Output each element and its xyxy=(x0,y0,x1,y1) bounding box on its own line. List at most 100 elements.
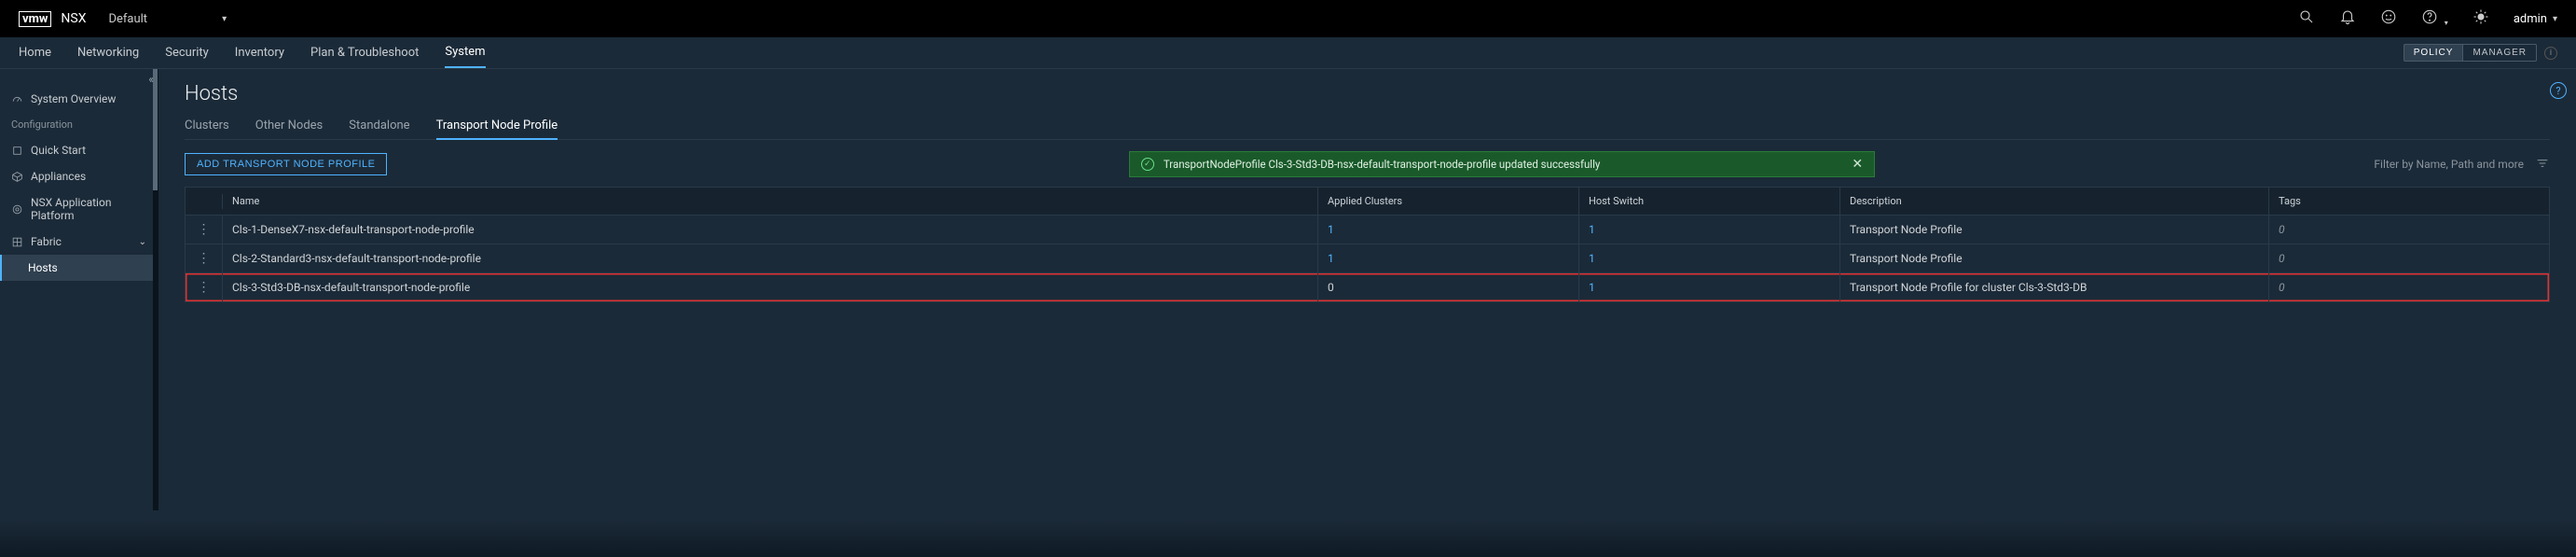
rocket-icon xyxy=(11,145,23,157)
topbar-right: ▾ admin ▾ xyxy=(2298,8,2557,30)
box-icon xyxy=(11,171,23,183)
chevron-down-icon: ▾ xyxy=(2445,19,2448,27)
hostswitch-link[interactable]: 1 xyxy=(1589,223,1595,236)
sidebar-label: Quick Start xyxy=(31,144,86,157)
toolbar: ADD TRANSPORT NODE PROFILE ✓ TransportNo… xyxy=(185,151,2550,177)
row-menu-icon[interactable]: ⋮ xyxy=(186,244,223,272)
nav-system[interactable]: System xyxy=(445,37,485,68)
tab-transport-node-profile[interactable]: Transport Node Profile xyxy=(436,113,558,140)
col-name: Name xyxy=(223,188,1318,215)
sidebar-item-fabric[interactable]: Fabric ⌄ xyxy=(0,229,158,255)
scrollbar-thumb[interactable] xyxy=(153,69,158,190)
manager-button[interactable]: MANAGER xyxy=(2463,44,2537,62)
sidebar-label: NSX Application Platform xyxy=(31,196,146,222)
tab-clusters[interactable]: Clusters xyxy=(185,113,229,139)
cell-hostswitch: 1 xyxy=(1579,244,1840,272)
cell-tags: 0 xyxy=(2269,244,2549,272)
add-transport-node-profile-button[interactable]: ADD TRANSPORT NODE PROFILE xyxy=(185,153,387,175)
chevron-down-icon: ⌄ xyxy=(139,237,146,247)
info-icon[interactable]: i xyxy=(2544,47,2557,60)
fabric-icon xyxy=(11,236,23,248)
main-content: ? Hosts Clusters Other Nodes Standalone … xyxy=(158,69,2576,510)
nav-inventory[interactable]: Inventory xyxy=(235,37,284,68)
row-menu-icon[interactable]: ⋮ xyxy=(186,216,223,244)
policy-manager-toggle: POLICY MANAGER xyxy=(2404,44,2537,62)
cell-description: Transport Node Profile for cluster Cls-3… xyxy=(1840,273,2269,301)
table-row[interactable]: ⋮Cls-1-DenseX7-nsx-default-transport-nod… xyxy=(186,215,2549,244)
page-title: Hosts xyxy=(185,82,2550,105)
table-row[interactable]: ⋮Cls-3-Std3-DB-nsx-default-transport-nod… xyxy=(186,272,2549,301)
sidebar-label: Appliances xyxy=(31,170,86,183)
sidebar-label: Fabric xyxy=(31,235,62,248)
cell-hostswitch: 1 xyxy=(1579,273,1840,301)
sidebar-label: System Overview xyxy=(31,92,116,105)
close-icon[interactable]: ✕ xyxy=(1852,157,1863,172)
sidebar-scrollbar[interactable] xyxy=(153,69,158,510)
table-header: Name Applied Clusters Host Switch Descri… xyxy=(186,188,2549,215)
chevron-down-icon: ▾ xyxy=(222,14,227,24)
topbar: vmw NSX Default ▾ ▾ admin ▾ xyxy=(0,0,2576,37)
cell-description: Transport Node Profile xyxy=(1840,216,2269,244)
sidebar: « System Overview Configuration Quick St… xyxy=(0,69,158,510)
topbar-left: vmw NSX Default ▾ xyxy=(19,11,227,27)
cell-applied: 1 xyxy=(1318,216,1579,244)
help-corner[interactable]: ? xyxy=(2550,82,2567,99)
hostswitch-link[interactable]: 1 xyxy=(1589,281,1595,294)
col-description: Description xyxy=(1840,188,2269,215)
filter-icon[interactable] xyxy=(2535,156,2550,174)
nav-security[interactable]: Security xyxy=(165,37,209,68)
tabs: Clusters Other Nodes Standalone Transpor… xyxy=(185,113,2550,140)
sidebar-item-overview[interactable]: System Overview xyxy=(0,86,158,112)
table: Name Applied Clusters Host Switch Descri… xyxy=(185,187,2550,302)
cell-tags: 0 xyxy=(2269,216,2549,244)
row-menu-icon[interactable]: ⋮ xyxy=(186,273,223,301)
product-name: NSX xyxy=(61,11,86,26)
cell-applied: 0 xyxy=(1318,273,1579,301)
hostswitch-link[interactable]: 1 xyxy=(1589,252,1595,265)
chevron-down-icon: ▾ xyxy=(2553,14,2557,24)
sidebar-item-quickstart[interactable]: Quick Start xyxy=(0,137,158,163)
sidebar-item-nsx-app[interactable]: NSX Application Platform xyxy=(0,189,158,229)
col-tags: Tags xyxy=(2269,188,2549,215)
logo-wrap: vmw NSX xyxy=(19,11,86,27)
nav-plan[interactable]: Plan & Troubleshoot xyxy=(310,37,419,68)
tab-other-nodes[interactable]: Other Nodes xyxy=(255,113,324,139)
theme-icon[interactable] xyxy=(2473,8,2489,30)
gauge-icon xyxy=(11,93,23,105)
policy-button[interactable]: POLICY xyxy=(2404,44,2464,62)
bell-icon[interactable] xyxy=(2339,8,2356,30)
app-icon xyxy=(11,203,23,216)
check-icon: ✓ xyxy=(1141,158,1154,171)
sidebar-item-hosts[interactable]: Hosts xyxy=(0,255,158,281)
table-row[interactable]: ⋮Cls-2-Standard3-nsx-default-transport-n… xyxy=(186,244,2549,272)
navbar: Home Networking Security Inventory Plan … xyxy=(0,37,2576,69)
vmware-logo: vmw xyxy=(19,11,51,27)
tab-standalone[interactable]: Standalone xyxy=(349,113,409,139)
sidebar-item-appliances[interactable]: Appliances xyxy=(0,163,158,189)
cell-name: Cls-1-DenseX7-nsx-default-transport-node… xyxy=(223,216,1318,244)
feedback-icon[interactable] xyxy=(2380,8,2397,30)
cell-applied: 1 xyxy=(1318,244,1579,272)
cell-description: Transport Node Profile xyxy=(1840,244,2269,272)
user-menu[interactable]: admin ▾ xyxy=(2514,12,2557,26)
applied-link[interactable]: 1 xyxy=(1328,223,1334,236)
question-icon: ? xyxy=(2550,82,2567,99)
cell-tags: 0 xyxy=(2269,273,2549,301)
cell-hostswitch: 1 xyxy=(1579,216,1840,244)
search-icon[interactable] xyxy=(2298,8,2315,30)
sidebar-header-config: Configuration xyxy=(0,112,158,137)
filter[interactable]: Filter by Name, Path and more xyxy=(2374,156,2550,174)
scope-label: Default xyxy=(108,12,147,26)
nav-home[interactable]: Home xyxy=(19,37,51,68)
scope-selector[interactable]: Default ▾ xyxy=(108,12,227,26)
torn-edge xyxy=(0,510,2576,557)
nav-items: Home Networking Security Inventory Plan … xyxy=(19,37,486,68)
nav-networking[interactable]: Networking xyxy=(77,37,139,68)
user-name: admin xyxy=(2514,12,2547,26)
body: « System Overview Configuration Quick St… xyxy=(0,69,2576,510)
filter-placeholder: Filter by Name, Path and more xyxy=(2374,158,2524,171)
applied-link[interactable]: 1 xyxy=(1328,252,1334,265)
help-icon[interactable]: ▾ xyxy=(2421,8,2447,30)
success-alert: ✓ TransportNodeProfile Cls-3-Std3-DB-nsx… xyxy=(1129,151,1875,177)
col-applied: Applied Clusters xyxy=(1318,188,1579,215)
